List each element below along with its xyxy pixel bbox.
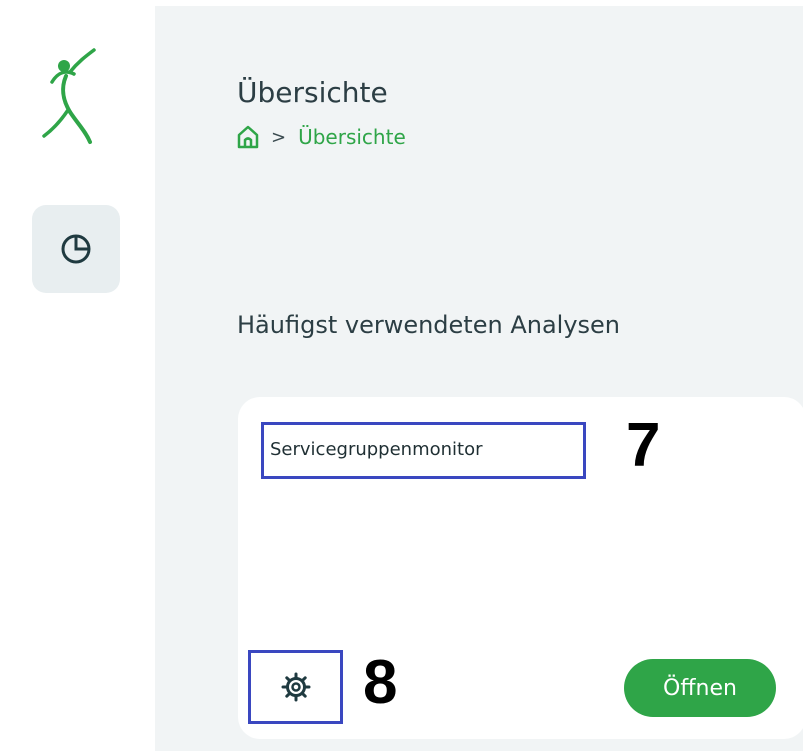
annotation-marker-7: 7 <box>626 411 661 480</box>
pie-chart-icon <box>61 234 91 264</box>
breadcrumb-current[interactable]: Übersichte <box>298 125 406 149</box>
open-button[interactable]: Öffnen <box>624 659 776 717</box>
settings-button[interactable] <box>248 650 343 724</box>
analysis-card: Servicegruppenmonitor 7 8 Öffnen <box>238 397 803 739</box>
page-title: Übersichte <box>237 76 388 109</box>
runner-logo-icon[interactable] <box>38 46 98 146</box>
home-icon[interactable] <box>237 125 259 149</box>
section-title: Häufigst verwendeten Analysen <box>237 311 621 339</box>
highlight-box-title: Servicegruppenmonitor <box>261 422 586 479</box>
gear-icon <box>281 672 310 702</box>
sidebar <box>0 6 155 751</box>
annotation-marker-8: 8 <box>363 648 398 717</box>
main-content: Übersichte > Übersichte Häufigst verwend… <box>155 6 803 751</box>
card-title: Servicegruppenmonitor <box>270 439 483 460</box>
breadcrumb-separator: > <box>271 126 287 148</box>
breadcrumb: > Übersichte <box>237 125 406 149</box>
sidebar-item-overview[interactable] <box>32 205 120 293</box>
